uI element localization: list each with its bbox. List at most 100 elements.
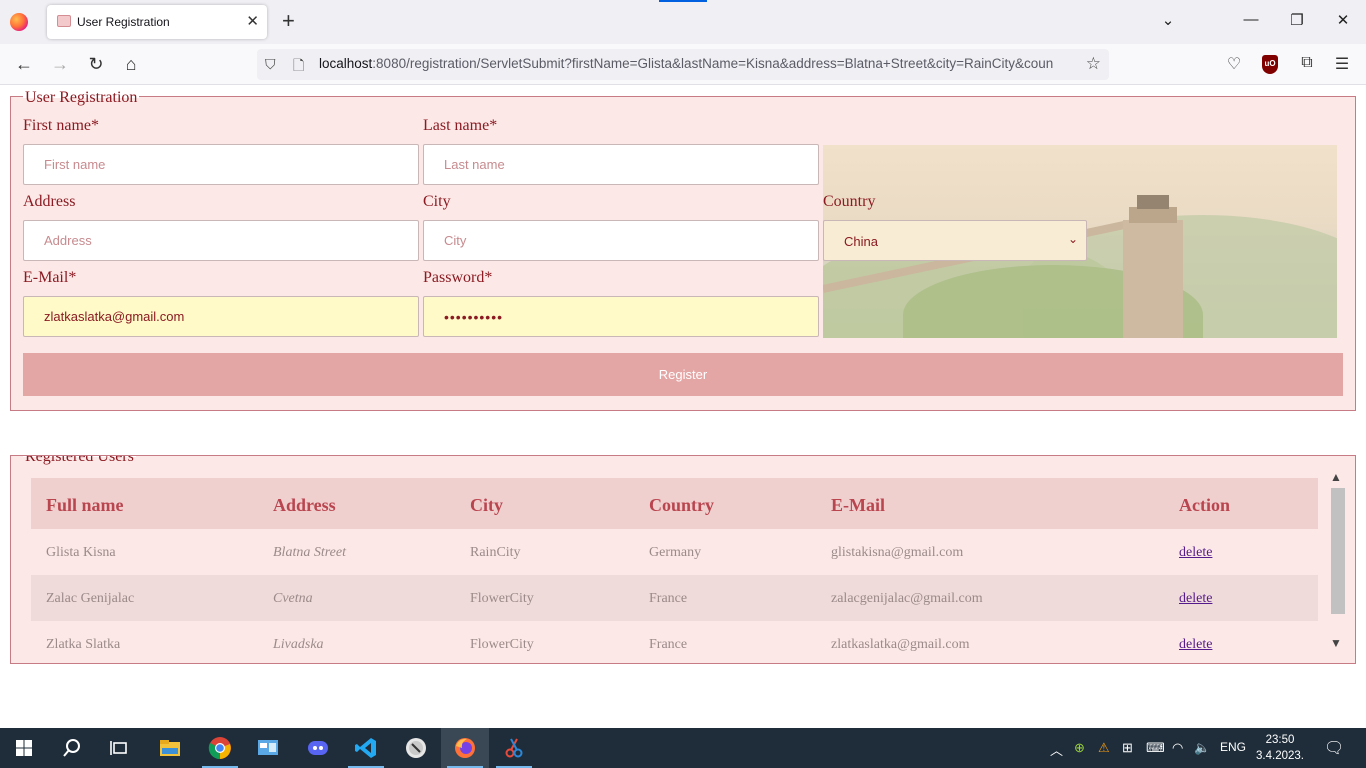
tracking-protection-shield-icon[interactable]: ⛉ [265, 56, 276, 73]
minimize-window-icon[interactable]: — [1239, 11, 1263, 28]
discord-button[interactable] [294, 728, 342, 768]
users-table: Full name Address City Country E-Mail Ac… [31, 478, 1318, 663]
tray-keyboard-icon[interactable]: ⌨ [1146, 740, 1165, 756]
folder-icon [160, 740, 180, 756]
city-input[interactable]: City [423, 220, 819, 261]
url-text[interactable]: localhost:8080/registration/ServletSubmi… [319, 56, 1077, 71]
control-panel-button[interactable] [244, 728, 292, 768]
tab-drag-indicator [659, 0, 707, 2]
cell-address: Cvetna [273, 591, 313, 606]
chrome-icon [208, 737, 231, 760]
bookmark-star-icon[interactable]: ☆ [1086, 54, 1101, 74]
start-button[interactable] [0, 728, 48, 768]
last-name-input[interactable]: Last name [423, 144, 819, 185]
hamburger-menu-icon[interactable]: ☰ [1331, 54, 1353, 76]
back-arrow-icon[interactable]: ← [12, 53, 36, 77]
scroll-up-arrow-icon[interactable]: ▲ [1330, 470, 1342, 485]
tray-usb-icon[interactable]: ⊞ [1122, 740, 1133, 756]
password-input[interactable]: •••••••••• [423, 296, 819, 337]
clock-time: 23:50 [1265, 734, 1295, 746]
page-content: User Registration First name* First name… [0, 86, 1366, 728]
page-info-icon[interactable]: 🗋 [293, 55, 304, 79]
cell-country: France [649, 637, 688, 652]
cell-email: zalacgenijalac@gmail.com [831, 591, 983, 606]
new-tab-button[interactable]: + [282, 9, 295, 33]
chevron-down-icon: ⌄ [1067, 232, 1078, 246]
forward-arrow-icon[interactable]: → [48, 53, 72, 77]
scrollbar-thumb[interactable] [1331, 488, 1345, 614]
column-header-email: E-Mail [831, 495, 885, 515]
eclipse-like-app-button[interactable] [392, 728, 440, 768]
search-button[interactable] [48, 728, 96, 768]
column-header-address: Address [273, 495, 336, 515]
browser-tab-bar: User Registration ✕ + ⌄ — ❐ ✕ [0, 0, 1366, 44]
password-label: Password* [423, 269, 493, 286]
chrome-button[interactable] [196, 728, 244, 768]
show-hidden-icons-chevron-icon[interactable]: ︿ [1050, 740, 1063, 759]
system-clock[interactable]: 23:50 3.4.2023. [1250, 732, 1310, 764]
cell-country: France [649, 591, 688, 606]
vscode-icon [355, 738, 376, 758]
home-icon[interactable]: ⌂ [119, 53, 143, 77]
vscode-button[interactable] [342, 728, 390, 768]
tray-app-plus-icon[interactable]: ⊕ [1074, 740, 1085, 756]
city-label: City [423, 193, 451, 210]
search-icon [63, 739, 80, 757]
cell-address: Livadska [273, 637, 324, 652]
task-view-button[interactable] [96, 728, 144, 768]
password-masked-value: •••••••••• [444, 309, 504, 325]
url-path: :8080/registration/ServletSubmit?firstNa… [372, 56, 1054, 71]
file-explorer-button[interactable] [146, 728, 194, 768]
cell-country: Germany [649, 545, 702, 560]
country-label: Country [823, 193, 876, 210]
registered-users-panel: Registered Users Full name Address City … [10, 455, 1356, 664]
tab-close-icon[interactable]: ✕ [246, 12, 259, 30]
input-language-indicator[interactable]: ENG [1220, 740, 1246, 754]
column-header-country: Country [649, 495, 715, 515]
wifi-icon[interactable]: ◠ [1172, 740, 1183, 756]
snipping-tool-button[interactable] [490, 728, 538, 768]
cell-email: glistakisna@gmail.com [831, 545, 964, 560]
country-selected-value: China [844, 234, 878, 249]
reload-icon[interactable]: ↻ [84, 53, 108, 77]
firefox-icon [455, 738, 475, 758]
address-label: Address [23, 193, 76, 210]
email-input[interactable]: zlatkaslatka@gmail.com [23, 296, 419, 337]
clock-date: 3.4.2023. [1256, 750, 1304, 762]
close-window-icon[interactable]: ✕ [1331, 11, 1355, 29]
address-input[interactable]: Address [23, 220, 419, 261]
register-button[interactable]: Register [23, 353, 1343, 396]
email-label: E-Mail* [23, 269, 77, 286]
firefox-logo-icon[interactable] [10, 13, 28, 31]
compass-app-icon [406, 738, 426, 758]
table-row: Zlatka Slatka Livadska FlowerCity France… [31, 621, 1318, 663]
notifications-icon[interactable]: 🗨 [1324, 738, 1344, 758]
cell-city: RainCity [470, 545, 521, 560]
browser-tab-active[interactable]: User Registration ✕ [47, 5, 267, 39]
table-scrollbar[interactable]: ▲ ▼ [1327, 470, 1345, 653]
delete-link[interactable]: delete [1179, 637, 1212, 653]
list-all-tabs-chevron-icon[interactable]: ⌄ [1156, 11, 1180, 29]
ublock-origin-icon[interactable]: uO [1262, 55, 1278, 74]
restore-window-icon[interactable]: ❐ [1285, 11, 1309, 29]
cell-city: FlowerCity [470, 591, 534, 606]
first-name-input[interactable]: First name [23, 144, 419, 185]
delete-link[interactable]: delete [1179, 591, 1212, 607]
extensions-puzzle-icon[interactable]: ⧉ [1296, 54, 1318, 76]
pocket-icon[interactable]: ♡ [1223, 54, 1245, 76]
delete-link[interactable]: delete [1179, 545, 1212, 561]
cell-full-name: Zalac Genijalac [46, 591, 135, 606]
url-host: localhost [319, 56, 373, 71]
country-select[interactable]: China ⌄ [823, 220, 1087, 261]
volume-icon[interactable]: 🔈 [1194, 740, 1210, 756]
cell-address: Blatna Street [273, 545, 346, 560]
cell-full-name: Glista Kisna [46, 545, 116, 560]
url-bar[interactable]: ⛉ 🗋 localhost:8080/registration/ServletS… [257, 49, 1109, 80]
tray-avast-icon[interactable]: ⚠ [1098, 740, 1110, 756]
firefox-taskbar-button[interactable] [441, 728, 489, 768]
windows-taskbar: ︿ ⊕ ⚠ ⊞ ⌨ ◠ 🔈 ENG 23:50 3.4.2023. 🗨 [0, 728, 1366, 768]
registration-form: User Registration First name* First name… [10, 89, 1356, 411]
scroll-down-arrow-icon[interactable]: ▼ [1330, 636, 1342, 651]
scissors-icon [505, 738, 523, 758]
column-header-action: Action [1179, 495, 1230, 515]
